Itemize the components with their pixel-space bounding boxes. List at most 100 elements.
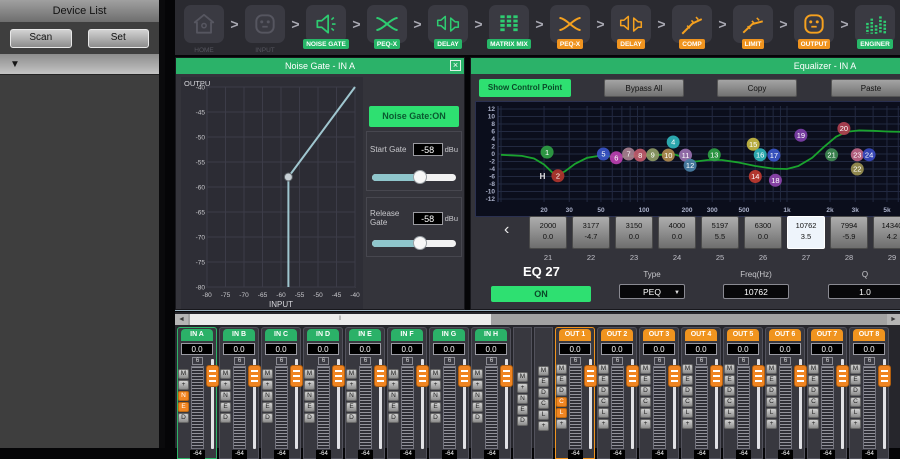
channel-value[interactable]: 0.0 <box>433 343 465 355</box>
type-dropdown[interactable]: PEQ ▼ <box>619 284 685 299</box>
channel-strip-in-a[interactable]: IN A0.0M+NED6-64 <box>177 327 217 459</box>
channel-button-e[interactable]: E <box>472 402 483 412</box>
channel-button-e[interactable]: E <box>304 402 315 412</box>
tree-collapse-icon[interactable]: ▼ <box>10 59 20 70</box>
channel-button-d[interactable]: D <box>220 413 231 423</box>
channel-value[interactable]: 0.0 <box>223 343 255 355</box>
channel-button-l[interactable]: L <box>724 408 735 418</box>
channel-button-e[interactable]: E <box>262 402 273 412</box>
channel-button-l[interactable]: L <box>808 408 819 418</box>
channel-button-d[interactable]: D <box>178 413 189 423</box>
eq-band-cell-25[interactable]: 51975.5 <box>701 216 739 249</box>
channel-button-m[interactable]: M <box>346 369 357 379</box>
eq-on-button[interactable]: ON <box>491 286 591 302</box>
channel-button-e[interactable]: E <box>682 375 693 385</box>
eq-band-cell-28[interactable]: 7994-5.9 <box>830 216 868 249</box>
toolbar-item-home[interactable]: HOME <box>179 0 229 54</box>
channel-button-e[interactable]: E <box>640 375 651 385</box>
fader-handle[interactable] <box>248 365 261 387</box>
master-button-plus[interactable]: + <box>517 383 528 393</box>
channel-button-d[interactable]: D <box>304 413 315 423</box>
channel-button-n[interactable]: N <box>304 391 315 401</box>
fader-handle[interactable] <box>752 365 765 387</box>
channel-button-l[interactable]: L <box>640 408 651 418</box>
eq-band-cell-21[interactable]: 20000.0 <box>529 216 567 249</box>
fader-handle[interactable] <box>668 365 681 387</box>
toolbar-item-input[interactable]: INPUT <box>240 0 290 54</box>
channel-button-m[interactable]: M <box>850 364 861 374</box>
channel-value[interactable]: 0.0 <box>769 343 801 355</box>
channel-button-plus[interactable]: + <box>766 419 777 429</box>
channel-button-c[interactable]: C <box>682 397 693 407</box>
master-button-e[interactable]: E <box>517 405 528 415</box>
channel-button-m[interactable]: M <box>724 364 735 374</box>
set-button[interactable]: Set <box>88 29 150 48</box>
eq-band-cell-22[interactable]: 3177-4.7 <box>572 216 610 249</box>
channel-fader[interactable] <box>752 357 762 459</box>
paste-button[interactable]: Paste <box>831 79 900 97</box>
channel-button-c[interactable]: C <box>724 397 735 407</box>
channel-button-plus[interactable]: + <box>178 380 189 390</box>
channel-button-plus[interactable]: + <box>556 419 567 429</box>
channel-button-e[interactable]: E <box>598 375 609 385</box>
channel-button-m[interactable]: M <box>808 364 819 374</box>
channel-strip-in-g[interactable]: IN G0.0M+NED6-64 <box>429 327 469 459</box>
toolbar-item-peq-x[interactable]: PEQ-X <box>545 0 595 49</box>
channel-fader[interactable] <box>878 357 888 459</box>
show-control-point-button[interactable]: Show Control Point <box>479 79 571 97</box>
channel-button-d[interactable]: D <box>640 386 651 396</box>
slider-thumb[interactable] <box>413 170 427 184</box>
scroll-right-icon[interactable]: ► <box>887 314 900 325</box>
channel-button-d[interactable]: D <box>724 386 735 396</box>
channel-button-n[interactable]: N <box>346 391 357 401</box>
fader-handle[interactable] <box>416 365 429 387</box>
channel-fader[interactable] <box>374 357 384 459</box>
close-icon[interactable]: × <box>450 60 461 71</box>
channel-button-m[interactable]: M <box>766 364 777 374</box>
fader-handle[interactable] <box>584 365 597 387</box>
channel-button-d[interactable]: D <box>556 386 567 396</box>
channel-button-e[interactable]: E <box>850 375 861 385</box>
toolbar-item-matrix-mix[interactable]: MATRIX MIX <box>484 0 534 49</box>
channel-fader[interactable] <box>248 357 258 459</box>
channel-button-e[interactable]: E <box>556 375 567 385</box>
eq-band-cell-29[interactable]: 143404.2 <box>873 216 900 249</box>
channel-button-plus[interactable]: + <box>472 380 483 390</box>
channel-value[interactable]: 0.0 <box>475 343 507 355</box>
channel-fader[interactable] <box>416 357 426 459</box>
eq-band-cell-27[interactable]: 107623.5 <box>787 216 825 249</box>
channel-strip-in-b[interactable]: IN B0.0M+NED6-64 <box>219 327 259 459</box>
bypass-all-button[interactable]: Bypass All <box>604 79 684 97</box>
fader-handle[interactable] <box>836 365 849 387</box>
toolbar-item-noise-gate[interactable]: NOISE GATE <box>301 0 351 49</box>
scrollbar-track[interactable]: ‖ <box>188 314 887 325</box>
fader-handle[interactable] <box>500 365 513 387</box>
channel-button-m[interactable]: M <box>682 364 693 374</box>
toolbar-item-limit[interactable]: LIMIT <box>728 0 778 49</box>
channel-button-d[interactable]: D <box>682 386 693 396</box>
q-field[interactable]: 1.0 <box>828 284 900 299</box>
channel-fader[interactable] <box>668 357 678 459</box>
channel-value[interactable]: 0.0 <box>349 343 381 355</box>
fader-handle[interactable] <box>878 365 891 387</box>
channel-button-d[interactable]: D <box>598 386 609 396</box>
channel-button-c[interactable]: C <box>640 397 651 407</box>
scroll-left-icon[interactable]: ◄ <box>175 314 188 325</box>
channel-fader[interactable] <box>206 357 216 459</box>
equalizer-graph[interactable]: 121086420-2-4-6-8-10-1220305010020030050… <box>475 101 900 217</box>
channel-button-n[interactable]: N <box>220 391 231 401</box>
channel-button-c[interactable]: C <box>850 397 861 407</box>
channel-button-plus[interactable]: + <box>430 380 441 390</box>
start-gate-value[interactable]: -58 <box>413 143 443 156</box>
channel-button-d[interactable]: D <box>850 386 861 396</box>
channel-strip-out-3[interactable]: OUT 30.0MEDCL+6-64 <box>639 327 679 459</box>
channel-value[interactable]: 0.0 <box>643 343 675 355</box>
channel-value[interactable]: 0.0 <box>811 343 843 355</box>
channel-button-e[interactable]: E <box>346 402 357 412</box>
channel-button-e[interactable]: E <box>808 375 819 385</box>
channel-button-d[interactable]: D <box>808 386 819 396</box>
mixer-scrollbar[interactable]: ◄ ‖ ► <box>175 314 900 325</box>
freq-field[interactable]: 10762 <box>723 284 789 299</box>
channel-button-m[interactable]: M <box>598 364 609 374</box>
channel-button-m[interactable]: M <box>220 369 231 379</box>
